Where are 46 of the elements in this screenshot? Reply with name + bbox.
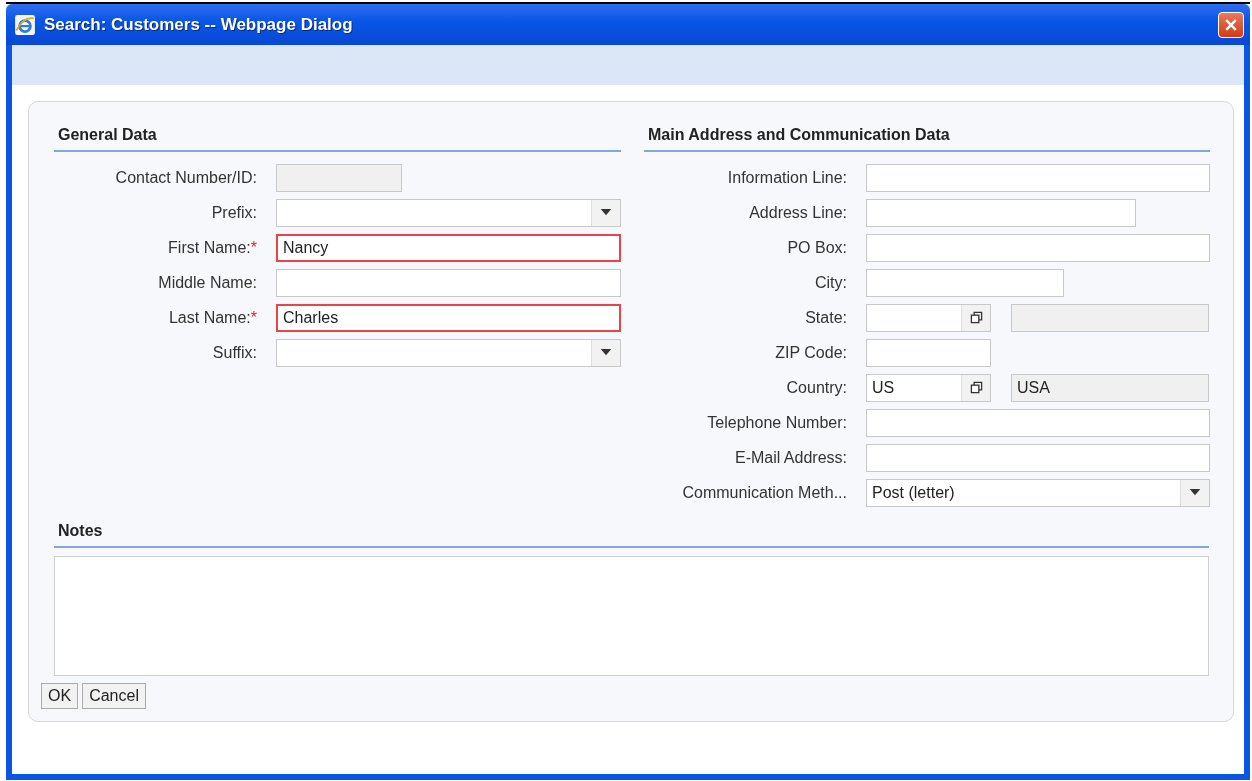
field-label: Contact Number/ID: xyxy=(114,168,257,187)
field-label: PO Box: xyxy=(786,238,847,257)
input-field[interactable] xyxy=(276,268,621,297)
input-field[interactable]: Charles xyxy=(276,303,621,332)
cancel-button[interactable]: Cancel xyxy=(82,683,146,709)
field-label: Last Name:* xyxy=(167,308,257,327)
field-label: Middle Name: xyxy=(157,273,257,292)
browser-icon xyxy=(14,13,36,36)
input-field[interactable] xyxy=(866,198,1136,227)
dropdown-field[interactable]: Post (letter) xyxy=(866,478,1210,507)
field-label: Information Line: xyxy=(726,168,847,187)
field-label: City: xyxy=(814,273,847,292)
input-field[interactable]: Nancy xyxy=(276,233,621,262)
field-label: E-Mail Address: xyxy=(733,448,847,467)
input-field[interactable] xyxy=(866,338,991,367)
lookup-field[interactable] xyxy=(866,303,991,332)
window-title: Search: Customers -- Webpage Dialog xyxy=(44,14,354,35)
field-label: Suffix: xyxy=(211,343,257,362)
notes-textarea[interactable] xyxy=(54,556,1209,676)
lookup-field[interactable]: US xyxy=(866,373,991,402)
input-field[interactable] xyxy=(866,408,1210,437)
field-label: State: xyxy=(804,308,847,327)
section-heading: General Data xyxy=(54,122,621,152)
field-label: Address Line: xyxy=(748,203,847,222)
field-label: Country: xyxy=(785,378,847,397)
copy-icon xyxy=(969,311,983,324)
dropdown-arrow-icon xyxy=(600,209,612,216)
input-field[interactable] xyxy=(866,163,1210,192)
dropdown-field[interactable] xyxy=(276,338,621,367)
description-field: USA xyxy=(1011,373,1209,402)
ok-button[interactable]: OK xyxy=(41,683,79,709)
field-label: ZIP Code: xyxy=(774,343,847,362)
dropdown-arrow-icon xyxy=(1189,489,1201,496)
section-heading: Notes xyxy=(54,518,1209,548)
close-button[interactable] xyxy=(1218,11,1244,38)
field-label: Telephone Number: xyxy=(706,413,847,432)
dropdown-arrow-icon xyxy=(600,349,612,356)
input-field[interactable] xyxy=(866,443,1210,472)
input-field[interactable] xyxy=(866,233,1210,262)
dropdown-field[interactable] xyxy=(276,198,621,227)
field-label: Prefix: xyxy=(210,203,257,222)
copy-icon xyxy=(969,381,983,394)
section-heading: Main Address and Communication Data xyxy=(644,122,1210,152)
input-field[interactable] xyxy=(866,268,1064,297)
field-label: Communication Meth... xyxy=(681,483,847,502)
field-label: First Name:* xyxy=(167,238,257,257)
